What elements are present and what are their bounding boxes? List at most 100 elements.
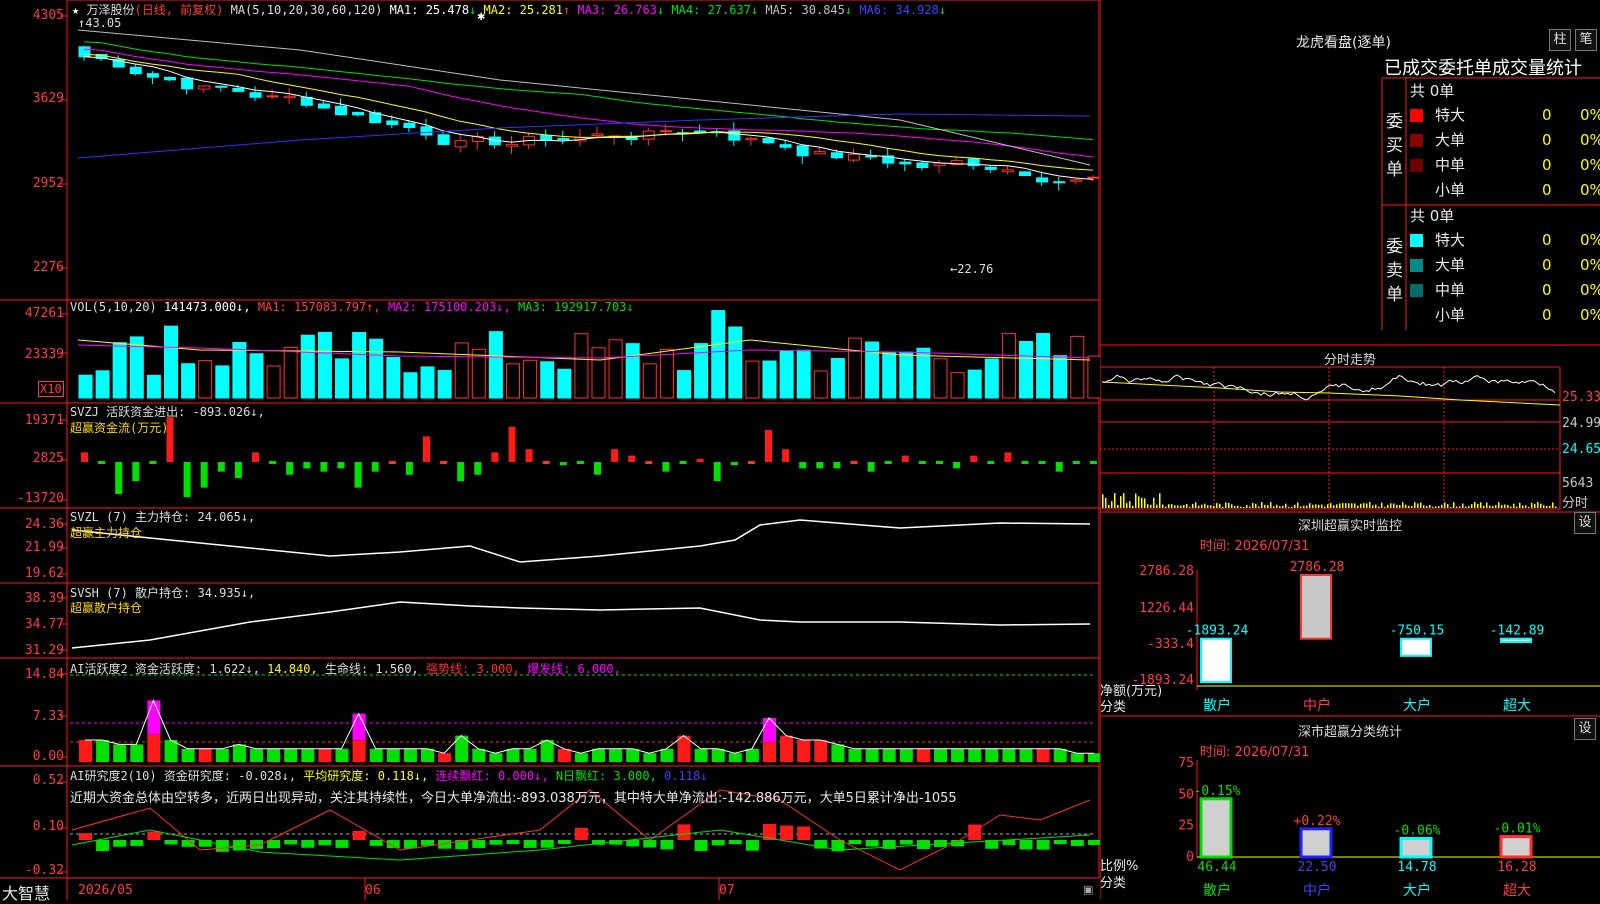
fund-flow-bar <box>234 462 242 478</box>
bar-mode-button[interactable]: 柱 <box>1549 29 1571 51</box>
volume-bar <box>300 334 315 399</box>
intraday-volume-bar <box>1549 505 1551 508</box>
fund-flow-bar <box>423 436 430 462</box>
candlestick <box>181 77 194 90</box>
activity-bar <box>899 748 913 762</box>
chart-frame <box>66 0 1100 879</box>
tick-mode-button[interactable]: 笔 <box>1575 29 1597 51</box>
intraday-volume-bar <box>1315 504 1317 508</box>
candlestick <box>506 143 518 147</box>
monitor-bar-value: -1893.24 <box>1186 624 1249 639</box>
research-bar <box>540 840 554 848</box>
intraday-volume-bar <box>1162 504 1164 508</box>
activity-bar <box>1019 748 1033 762</box>
fund-flow-bar <box>388 461 396 464</box>
intraday-volume-bar <box>1237 505 1239 508</box>
intraday-volume-bar <box>1102 494 1104 508</box>
stats-bar-delta: +0.22% <box>1294 814 1341 829</box>
research-bar <box>1002 840 1016 846</box>
intraday-volume-bar <box>1219 503 1221 508</box>
intraday-volume-bar <box>1153 497 1155 508</box>
intraday-volume-bar <box>1246 504 1248 508</box>
legend-swatch <box>1410 284 1423 297</box>
monitor-category: 大户 <box>1403 697 1431 714</box>
fund-flow-bar <box>320 462 328 472</box>
activity-bar <box>421 748 434 762</box>
intraday-volume-bar <box>1282 505 1284 508</box>
intraday-volume-bar <box>1468 506 1470 508</box>
activity-bar <box>130 744 144 762</box>
research-bar <box>968 824 982 840</box>
ai-research-axis-label: 0.10 <box>32 819 64 834</box>
volume-bar <box>181 363 196 399</box>
volume-bar <box>899 351 914 399</box>
intraday-volume-bar <box>1144 498 1146 508</box>
lock-icon[interactable]: ▣ <box>1083 883 1093 896</box>
intraday-volume-bar <box>1405 504 1407 508</box>
stats-settings-button[interactable]: 设 <box>1574 718 1596 740</box>
intraday-volume-bar <box>1276 504 1278 508</box>
date-axis-start: 2026/05 <box>78 883 133 898</box>
candlestick <box>745 137 758 141</box>
intraday-volume-bar <box>1543 505 1545 508</box>
svsh-axis-label: 38.39 <box>24 591 64 606</box>
fund-flow-bar <box>713 462 721 482</box>
monitor-title: 深圳超赢实时监控 <box>1297 519 1402 534</box>
intraday-volume-bar <box>1435 506 1437 508</box>
tab-title[interactable]: 已成交委托单成交量统计 <box>1384 54 1582 80</box>
intraday-volume-bar <box>1135 493 1137 508</box>
intraday-volume-bar <box>1477 503 1479 508</box>
research-bar <box>164 840 178 845</box>
activity-bar <box>506 748 520 762</box>
stats-bar-value: 14.78 <box>1397 860 1436 875</box>
fund-flow-bar <box>1089 461 1097 464</box>
research-bar <box>574 827 588 840</box>
research-bar <box>113 840 127 847</box>
svsh-subtitle: 超赢散户持仓 <box>70 601 143 615</box>
intraday-volume-bar <box>1114 493 1116 508</box>
kline-canvas[interactable] <box>0 0 1100 900</box>
activity-bar <box>438 753 452 762</box>
order-percent: 0% <box>1580 181 1600 199</box>
intraday-volume-bar <box>1105 497 1107 508</box>
svzj-axis-label: 19371 <box>24 413 64 428</box>
intraday-volume-bar <box>1507 504 1509 508</box>
intraday-volume-bar <box>1150 504 1152 508</box>
date-axis-label: 06 <box>365 883 381 898</box>
fund-flow-bar <box>747 461 755 464</box>
ma-label: MA(5,10,20,30,60,120) <box>230 3 383 17</box>
intraday-volume-bar <box>1324 506 1326 508</box>
intraday-volume-bar <box>1417 503 1419 508</box>
order-percent: 0% <box>1580 231 1600 249</box>
volume-bar <box>694 343 709 399</box>
intraday-volume-bar <box>1309 503 1311 508</box>
intraday-volume-bar <box>1465 506 1467 508</box>
volume-bar <box>352 332 367 399</box>
research-bar <box>284 840 298 845</box>
candlestick <box>454 140 467 148</box>
intraday-volume-bar <box>1504 504 1506 508</box>
activity-bar <box>352 740 366 762</box>
intraday-volume-bar <box>1240 506 1242 508</box>
stats-bar <box>1299 827 1333 859</box>
legend-swatch <box>1410 184 1423 197</box>
intraday-axis-label: 25.33 <box>1562 390 1600 405</box>
legend-swatch <box>1410 309 1423 322</box>
activity-bar <box>626 748 640 762</box>
volume-bar <box>865 341 880 399</box>
intraday-volume-bar <box>1540 503 1542 508</box>
monitor-settings-button[interactable]: 设 <box>1574 512 1596 534</box>
brand-label[interactable]: 大智慧 <box>2 880 50 904</box>
fund-flow-bar <box>405 462 413 475</box>
ma-value: 34.928 <box>895 3 939 17</box>
stats-category: 超大 <box>1503 883 1531 899</box>
volume-bar <box>215 365 230 399</box>
intraday-volume-bar <box>1258 506 1260 508</box>
kline-chart-area[interactable]: ★ 万泽股份(日线, 前复权) MA(5,10,20,30,60,120) MA… <box>0 0 1100 903</box>
volume-bar <box>642 363 657 399</box>
volume-bar <box>78 374 93 399</box>
intraday-volume-bar <box>1279 506 1281 508</box>
volume-bar <box>317 331 332 399</box>
stats-bar-value: 22.50 <box>1297 860 1336 875</box>
order-count: 0 <box>1542 306 1552 324</box>
